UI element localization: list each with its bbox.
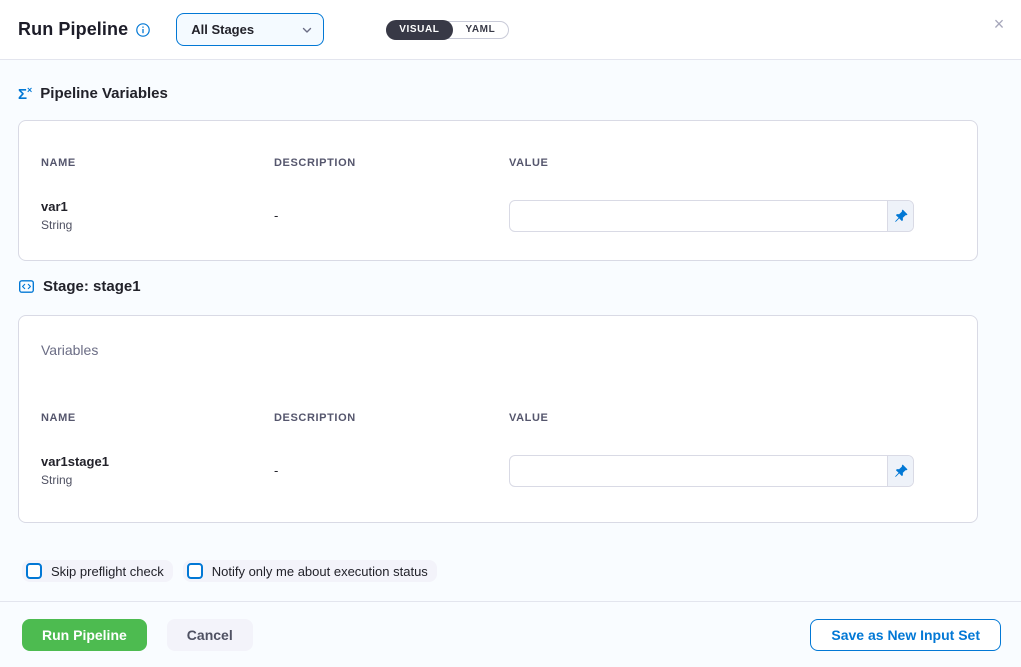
column-header-name: NAME — [41, 157, 274, 169]
variable-type: String — [41, 473, 274, 487]
notify-me-label: Notify only me about execution status — [212, 564, 428, 579]
column-header-value: VALUE — [509, 412, 955, 424]
column-header-description: DESCRIPTION — [274, 412, 509, 424]
toggle-visual[interactable]: VISUAL — [386, 20, 452, 40]
variable-value-cell — [509, 200, 955, 232]
pin-addon-button[interactable] — [887, 201, 913, 231]
variable-value-input-group — [509, 455, 914, 487]
skip-preflight-label: Skip preflight check — [51, 564, 164, 579]
stage-selector-value: All Stages — [191, 22, 254, 37]
dialog-header: Run Pipeline All Stages VISUAL YAML × — [0, 0, 1021, 60]
pin-icon — [894, 209, 908, 223]
pin-addon-button[interactable] — [887, 456, 913, 486]
column-header-name: NAME — [41, 412, 274, 424]
dialog-footer: Run Pipeline Cancel Save as New Input Se… — [0, 601, 1021, 667]
run-pipeline-button[interactable]: Run Pipeline — [22, 619, 147, 651]
variable-type: String — [41, 218, 274, 232]
save-as-new-input-set-button[interactable]: Save as New Input Set — [810, 619, 1001, 651]
visual-yaml-toggle: VISUAL YAML — [386, 21, 509, 39]
skip-preflight-option[interactable]: Skip preflight check — [22, 560, 173, 582]
stage-variables-card: Variables NAME DESCRIPTION VALUE var1sta… — [18, 315, 978, 523]
stage-selector-dropdown[interactable]: All Stages — [176, 13, 324, 46]
page-title: Run Pipeline — [18, 19, 128, 40]
notify-me-option[interactable]: Notify only me about execution status — [183, 560, 437, 582]
pipeline-variables-title: Pipeline Variables — [40, 85, 168, 102]
column-header-description: DESCRIPTION — [274, 157, 509, 169]
execution-options: Skip preflight check Notify only me abou… — [22, 560, 437, 582]
table-row: var1 String - — [19, 199, 977, 232]
info-icon[interactable] — [136, 23, 150, 37]
cancel-button[interactable]: Cancel — [167, 619, 253, 651]
skip-preflight-checkbox[interactable] — [26, 563, 42, 579]
close-icon[interactable]: × — [989, 14, 1009, 34]
pv-table-header: NAME DESCRIPTION VALUE — [19, 157, 977, 169]
variable-description: - — [274, 208, 509, 223]
stage-title: Stage: stage1 — [43, 278, 141, 295]
variable-description: - — [274, 463, 509, 478]
var1stage1-value-input[interactable] — [510, 456, 887, 486]
variable-value-input-group — [509, 200, 914, 232]
column-header-value: VALUE — [509, 157, 955, 169]
sigma-variables-icon: Σ× — [18, 86, 32, 102]
table-row: var1stage1 String - — [19, 454, 977, 487]
variable-name: var1stage1 — [41, 454, 274, 469]
dialog-body: Σ× Pipeline Variables NAME DESCRIPTION V… — [0, 60, 1021, 601]
pipeline-variables-heading: Σ× Pipeline Variables — [18, 85, 168, 102]
variable-name: var1 — [41, 199, 274, 214]
chevron-down-icon — [301, 24, 313, 36]
variable-name-cell: var1 String — [41, 199, 274, 232]
stage-icon — [18, 278, 35, 295]
stage-heading: Stage: stage1 — [18, 278, 141, 295]
variable-name-cell: var1stage1 String — [41, 454, 274, 487]
variable-value-cell — [509, 455, 955, 487]
toggle-yaml[interactable]: YAML — [453, 21, 509, 39]
stage-table-header: NAME DESCRIPTION VALUE — [19, 412, 977, 424]
var1-value-input[interactable] — [510, 201, 887, 231]
notify-me-checkbox[interactable] — [187, 563, 203, 579]
pin-icon — [894, 464, 908, 478]
variables-subheading: Variables — [41, 342, 955, 358]
pipeline-variables-card: NAME DESCRIPTION VALUE var1 String - — [18, 120, 978, 261]
